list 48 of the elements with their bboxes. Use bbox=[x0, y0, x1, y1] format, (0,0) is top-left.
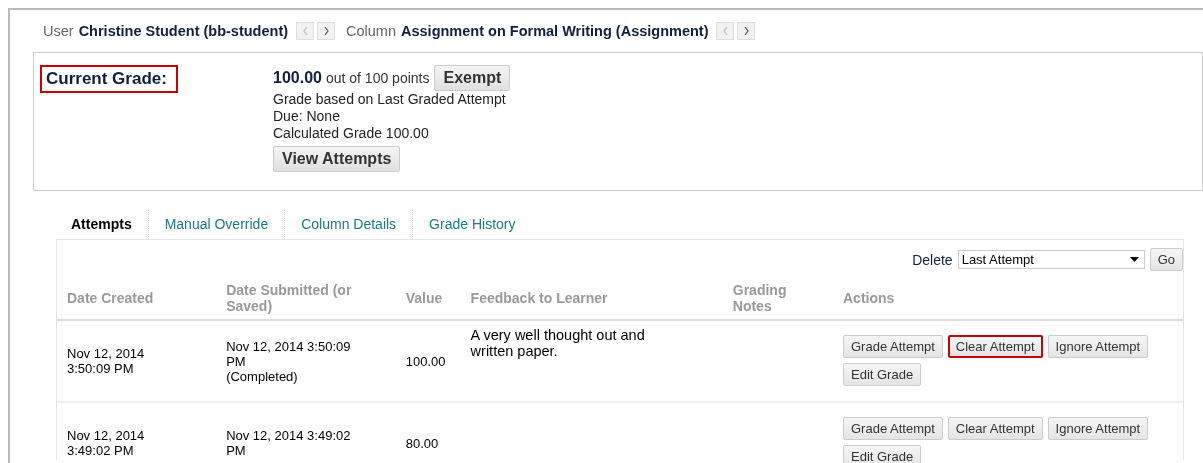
exempt-button[interactable]: Exempt bbox=[434, 65, 511, 91]
column-header: Grading Notes bbox=[732, 281, 787, 314]
tab[interactable]: Column Details bbox=[284, 209, 413, 239]
action-button[interactable]: Ignore Attempt bbox=[1047, 417, 1149, 440]
action-button[interactable]: Grade Attempt bbox=[843, 335, 943, 358]
chevron-right-icon bbox=[323, 27, 329, 35]
action-button[interactable]: Edit Grade bbox=[843, 445, 922, 463]
column-header: Actions bbox=[843, 289, 895, 306]
table-cell-text: Nov 12, 2014 3:50:09 PM bbox=[226, 338, 352, 369]
table-cell-text: Nov 12, 2014 3:49:02 PM bbox=[67, 428, 146, 458]
points-text: out of 100 points bbox=[325, 70, 430, 86]
grade-score: 100.00 bbox=[273, 69, 322, 87]
current-grade-label: Current Grade: bbox=[40, 65, 178, 93]
column-header: Date Created bbox=[67, 289, 154, 306]
chevron-left-icon bbox=[723, 27, 728, 35]
column-header: Feedback to Learner bbox=[470, 289, 608, 306]
column-label: Column bbox=[346, 23, 396, 39]
column-name: Assignment on Formal Writing (Assignment) bbox=[401, 23, 709, 39]
table-cell-text: Nov 12, 2014 3:49:02 PM bbox=[226, 428, 352, 458]
action-button[interactable]: Edit Grade bbox=[843, 363, 922, 386]
user-name: Christine Student (bb-student) bbox=[78, 23, 289, 39]
delete-dropdown[interactable]: Last Attempt bbox=[957, 250, 1145, 269]
go-button[interactable]: Go bbox=[1149, 248, 1183, 271]
grade-info-text: Calculated Grade 100.00 bbox=[273, 125, 430, 142]
dropdown-caret-icon bbox=[1129, 257, 1139, 262]
next-button[interactable] bbox=[737, 22, 756, 40]
chevron-left-icon bbox=[302, 27, 308, 35]
action-button[interactable]: Grade Attempt bbox=[843, 417, 943, 440]
action-button[interactable]: Clear Attempt bbox=[947, 417, 1043, 440]
table-cell-text: Nov 12, 2014 3:50:09 PM bbox=[67, 346, 146, 376]
tab[interactable]: Grade History bbox=[412, 209, 532, 239]
grade-info-text: Grade based on Last Graded Attempt bbox=[273, 91, 507, 108]
next-button[interactable] bbox=[317, 22, 336, 40]
table-cell: 80.00 bbox=[405, 435, 439, 451]
view-attempts-button[interactable]: View Attempts bbox=[273, 146, 401, 172]
column-header: Value bbox=[405, 289, 443, 306]
user-label: User bbox=[43, 23, 74, 39]
table-cell: 100.00 bbox=[405, 353, 446, 369]
action-button[interactable]: Ignore Attempt bbox=[1047, 335, 1149, 358]
tab[interactable]: Manual Override bbox=[147, 209, 285, 239]
grade-info-text: Due: None bbox=[273, 108, 341, 125]
chevron-right-icon bbox=[744, 27, 749, 35]
delete-label: Delete bbox=[912, 251, 953, 268]
column-header: Date Submitted (or Saved) bbox=[226, 281, 352, 314]
table-cell-text: (Completed) bbox=[226, 368, 299, 384]
feedback-text: A very well thought out and written paper. bbox=[470, 327, 646, 359]
tab[interactable]: Attempts bbox=[56, 209, 148, 239]
action-button[interactable]: Clear Attempt bbox=[947, 335, 1043, 358]
